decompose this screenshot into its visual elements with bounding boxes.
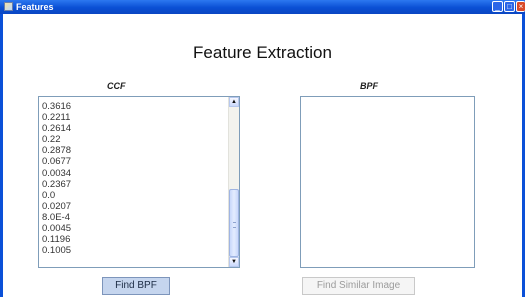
maximize-icon: □ bbox=[507, 2, 512, 11]
window-title: Features bbox=[16, 2, 54, 12]
bpf-text-area[interactable] bbox=[300, 96, 475, 268]
ccf-label: CCF bbox=[107, 81, 126, 91]
ccf-value-item: 0.3616 bbox=[42, 101, 72, 112]
maximize-button[interactable]: □ bbox=[504, 1, 515, 12]
ccf-value-item: 8.0E-4 bbox=[42, 211, 70, 223]
find-similar-image-button[interactable]: Find Similar Image bbox=[302, 277, 415, 295]
ccf-value-item: 0.2614 bbox=[42, 123, 72, 135]
find-bpf-button[interactable]: Find BPF bbox=[102, 277, 170, 295]
scroll-up-button[interactable]: ▲ bbox=[229, 97, 239, 107]
close-icon: × bbox=[518, 2, 524, 11]
ccf-value-item: 0.1196 bbox=[42, 234, 71, 246]
arrow-down-icon: ▼ bbox=[231, 259, 237, 265]
title-bar[interactable]: Features _ □ × bbox=[0, 0, 525, 14]
ccf-value-item: 0.0034 bbox=[42, 167, 72, 179]
page-title: Feature Extraction bbox=[193, 43, 332, 62]
ccf-value-item: 0.1005 bbox=[42, 245, 72, 257]
ccf-list-box[interactable]: 0.3616 0.2211 0.2614 0.22 0.2878 0.0677 0.0034… bbox=[38, 96, 240, 268]
scroll-thumb[interactable] bbox=[229, 189, 239, 257]
ccf-scrollbar[interactable]: ▲ ▼ bbox=[228, 97, 239, 267]
ccf-values-list: 0.3616 0.2211 0.2614 0.22 0.2878 0.0677 0.0034… bbox=[42, 101, 71, 256]
ccf-value-item: 0.2367 bbox=[42, 178, 72, 190]
minimize-button[interactable]: _ bbox=[492, 1, 503, 12]
bpf-label: BPF bbox=[360, 81, 378, 91]
ccf-value-item: 0.0 bbox=[42, 189, 56, 201]
ccf-value-item: 0.2211 bbox=[42, 112, 71, 124]
features-window: Features _ □ × Feature Extraction CCF BP… bbox=[0, 0, 525, 297]
minimize-icon: _ bbox=[495, 2, 500, 11]
ccf-value-item: 0.2878 bbox=[42, 145, 72, 157]
app-icon bbox=[4, 2, 13, 11]
close-button[interactable]: × bbox=[516, 1, 525, 12]
ccf-value-item: 0.22 bbox=[42, 134, 61, 146]
grip-icon bbox=[233, 222, 236, 228]
ccf-value-item: 0.0045 bbox=[42, 223, 72, 235]
ccf-value-item: 0.0677 bbox=[42, 156, 72, 168]
arrow-up-icon: ▲ bbox=[231, 99, 237, 105]
scroll-down-button[interactable]: ▼ bbox=[229, 257, 239, 267]
ccf-value-item: 0.0207 bbox=[42, 200, 72, 212]
